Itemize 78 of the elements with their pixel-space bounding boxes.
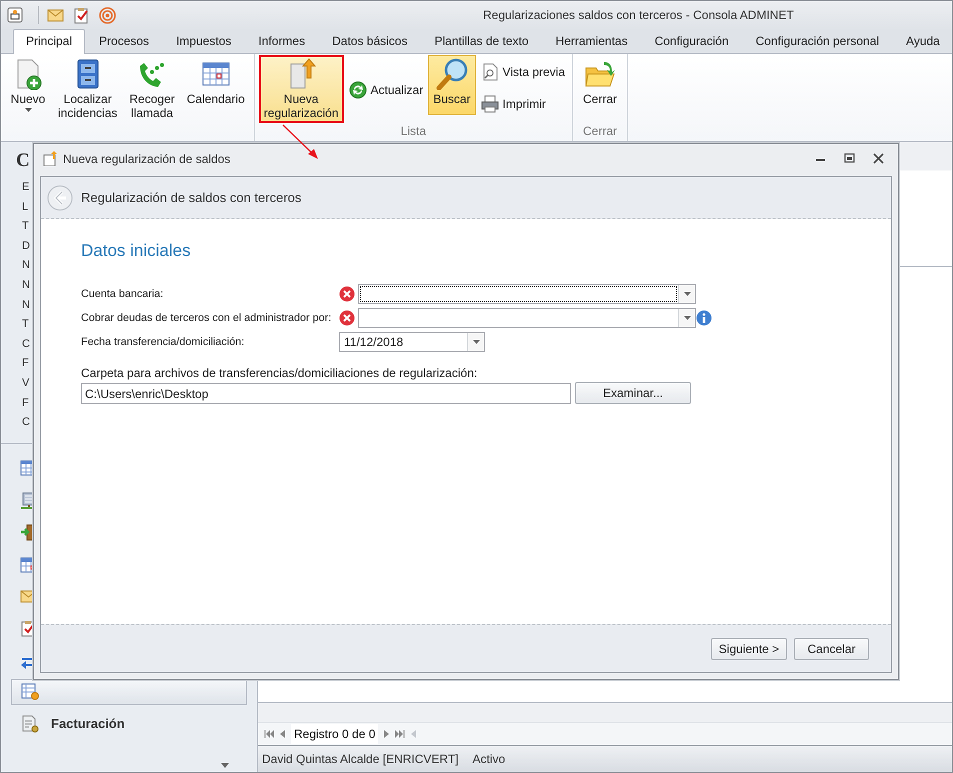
preview-icon bbox=[480, 63, 499, 81]
ribbon-tab[interactable]: Datos básicos bbox=[319, 29, 420, 53]
wizard-icon bbox=[43, 151, 58, 166]
last-page-icon[interactable] bbox=[395, 730, 406, 738]
list-item[interactable]: N bbox=[22, 296, 30, 316]
list-item[interactable]: C bbox=[22, 413, 30, 433]
clipboard-icon[interactable] bbox=[73, 6, 90, 24]
signal-icon[interactable] bbox=[99, 6, 116, 24]
toolbar-button[interactable]: Imprimir bbox=[478, 93, 568, 115]
ribbon-tab[interactable]: Informes bbox=[245, 29, 318, 53]
ribbon-button[interactable]: Calendario bbox=[182, 55, 250, 109]
first-page-icon[interactable] bbox=[264, 730, 274, 738]
toolbar-button[interactable]: Vista previa bbox=[478, 61, 568, 83]
ribbon-tab[interactable]: Impuestos bbox=[163, 29, 244, 53]
next-button[interactable]: Siguiente > bbox=[711, 638, 787, 660]
ledger-icon bbox=[21, 682, 39, 701]
list-item[interactable]: E bbox=[22, 178, 30, 198]
list-item[interactable]: F bbox=[22, 394, 29, 414]
search-icon bbox=[436, 58, 468, 90]
ribbon-tab[interactable]: Principal bbox=[13, 29, 86, 54]
section-title: Datos iniciales bbox=[81, 241, 192, 261]
list-item[interactable]: N bbox=[22, 256, 30, 276]
ribbon-tab[interactable]: Ayuda bbox=[893, 29, 953, 53]
field-label: Cobrar deudas de terceros con el administrador por: bbox=[81, 312, 332, 324]
list-item[interactable]: F bbox=[22, 354, 29, 374]
ribbon-button[interactable]: Nueva regularización bbox=[258, 55, 344, 123]
printer-icon bbox=[480, 95, 499, 113]
ribbon-tab[interactable]: Procesos bbox=[86, 29, 162, 53]
dropdown-field[interactable] bbox=[358, 308, 696, 328]
dropdown-field[interactable] bbox=[358, 284, 696, 304]
close-icon[interactable] bbox=[873, 153, 884, 164]
caret-icon bbox=[24, 108, 32, 112]
ribbon-tab[interactable]: Configuración bbox=[642, 29, 742, 53]
ribbon-button[interactable]: Recoger llamada bbox=[124, 55, 180, 123]
next-icon[interactable] bbox=[383, 730, 390, 738]
ribbon-tab[interactable]: Herramientas bbox=[542, 29, 641, 53]
mail-icon[interactable] bbox=[47, 6, 64, 24]
record-counter: Registro 0 de 0 bbox=[291, 724, 378, 744]
status-text: Activo bbox=[472, 752, 506, 766]
info-icon[interactable] bbox=[696, 310, 712, 326]
folder-field[interactable]: C:\Users\enric\Desktop bbox=[81, 382, 571, 404]
list-item[interactable]: D bbox=[22, 236, 30, 256]
caret-icon[interactable] bbox=[221, 762, 229, 768]
list-item[interactable]: V bbox=[22, 374, 30, 394]
refresh-icon bbox=[348, 81, 366, 99]
ribbon-button[interactable]: Buscar bbox=[428, 55, 476, 115]
previous-icon[interactable] bbox=[279, 730, 286, 738]
wizard-header: Regularización de saldos con terceros bbox=[81, 190, 302, 205]
ribbon-button[interactable]: Cerrar bbox=[577, 55, 624, 109]
caret-icon[interactable] bbox=[684, 292, 690, 296]
field-label: Fecha transferencia/domiciliación: bbox=[81, 336, 246, 348]
status-text: David Quintas Alcalde [ENRICVERT] bbox=[262, 752, 459, 766]
group-label: Cerrar bbox=[582, 124, 618, 140]
nav-item[interactable]: Facturación bbox=[11, 710, 247, 737]
caret-icon[interactable] bbox=[684, 316, 690, 320]
ribbon-tab[interactable]: Plantillas de texto bbox=[421, 29, 542, 53]
app-icon[interactable] bbox=[7, 7, 23, 23]
ribbon-button[interactable]: Nuevo bbox=[5, 55, 51, 117]
invoice-icon bbox=[21, 714, 39, 733]
field-label: Cuenta bancaria: bbox=[81, 288, 164, 300]
panel-title: C bbox=[16, 150, 30, 173]
dialog-title: Nueva regularización de saldos bbox=[63, 152, 232, 166]
list-item[interactable]: T bbox=[22, 217, 29, 237]
browse-button[interactable]: Examinar... bbox=[575, 382, 691, 404]
list-item[interactable]: C bbox=[22, 334, 30, 354]
group-label: Lista bbox=[400, 124, 428, 140]
ribbon-button[interactable]: Localizar incidencias bbox=[53, 55, 122, 123]
list-item[interactable]: N bbox=[22, 276, 30, 296]
cancel-button[interactable]: Cancelar bbox=[794, 638, 869, 660]
date-field[interactable]: 11/12/2018 bbox=[339, 332, 485, 352]
ribbon-tab[interactable]: Configuración personal bbox=[742, 29, 892, 53]
window-title: Regularizaciones saldos con terceros - Consola ADMINET bbox=[483, 8, 794, 22]
maximize-icon[interactable] bbox=[844, 153, 855, 164]
toolbar-button[interactable]: Actualizar bbox=[346, 79, 426, 101]
field-label: Carpeta para archivos de transferencias/domiciliaciones de regularización: bbox=[81, 366, 478, 382]
caret-icon[interactable] bbox=[472, 340, 480, 344]
list-item[interactable]: T bbox=[22, 315, 29, 335]
list-item[interactable]: L bbox=[22, 198, 28, 218]
